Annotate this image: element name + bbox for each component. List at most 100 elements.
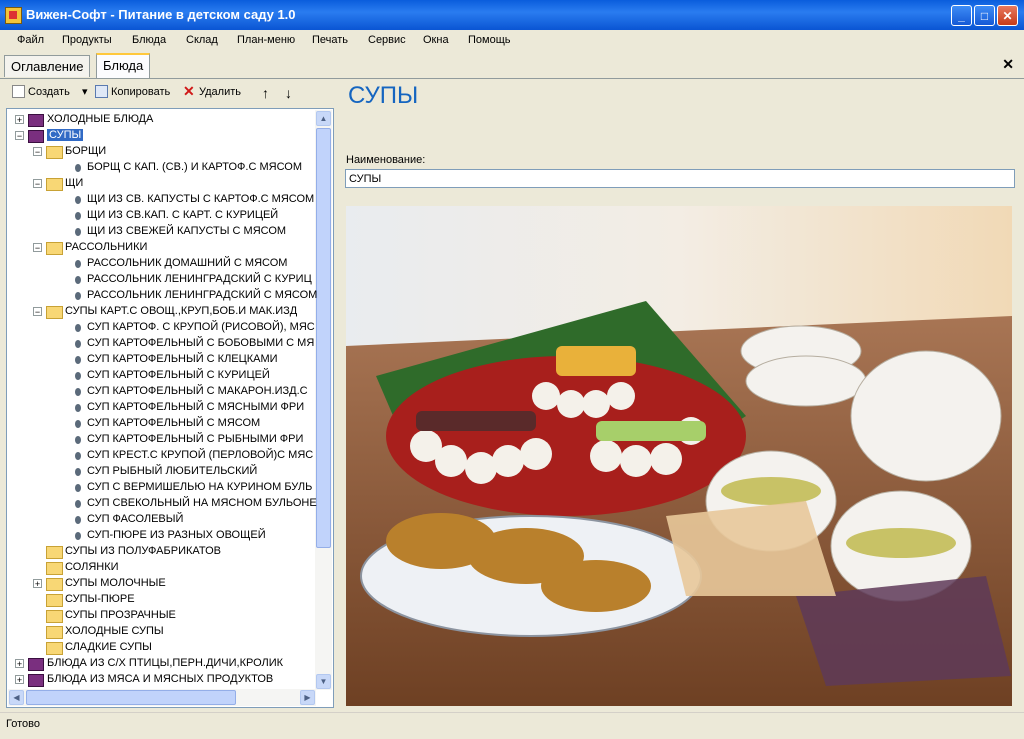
tree-expander-icon[interactable]: +	[33, 579, 42, 589]
maximize-button[interactable]: □	[974, 5, 995, 26]
menu-help[interactable]: Помощь	[468, 34, 511, 46]
tree-item[interactable]: СУП КАРТОФЕЛЬНЫЙ С РЫБНЫМИ ФРИ	[87, 431, 303, 447]
tree-item[interactable]: ЩИ ИЗ СВ. КАПУСТЫ С КАРТОФ.С МЯСОМ	[87, 191, 314, 207]
tree-item[interactable]: СУП ФАСОЛЕВЫЙ	[87, 511, 183, 527]
name-field[interactable]	[345, 169, 1015, 188]
tree-expander-icon[interactable]: −	[15, 131, 24, 141]
menu-file[interactable]: Файл	[17, 34, 44, 46]
leaf-icon	[75, 388, 81, 396]
page-title: СУПЫ	[348, 82, 419, 109]
tree-item[interactable]: РАССОЛЬНИК ЛЕНИНГРАДСКИЙ С КУРИЦ	[87, 271, 312, 287]
copy-icon	[95, 85, 108, 98]
tree-item-label: СУП КАРТОФЕЛЬНЫЙ С КУРИЦЕЙ	[87, 369, 270, 381]
menu-service[interactable]: Сервис	[368, 34, 406, 46]
move-up-icon[interactable]: ↑	[262, 85, 269, 101]
leaf-icon	[75, 212, 81, 220]
folder-icon	[46, 578, 63, 591]
tree-horizontal-scrollbar[interactable]: ◀ ▶	[8, 689, 316, 706]
leaf-icon	[75, 516, 81, 524]
folder-icon	[46, 610, 63, 623]
close-button[interactable]: ✕	[997, 5, 1018, 26]
tree-expander-icon[interactable]: −	[33, 179, 42, 189]
tree-item[interactable]: РАССОЛЬНИК ДОМАШНИЙ С МЯСОМ	[87, 255, 287, 271]
tree-item-label: БЛЮДА ИЗ С/Х ПТИЦЫ,ПЕРН.ДИЧИ,КРОЛИК	[47, 657, 284, 669]
tree-item[interactable]: ХОЛОДНЫЕ СУПЫ	[65, 623, 164, 639]
app-icon	[5, 7, 22, 24]
tree-item[interactable]: СЛАДКИЕ СУПЫ	[65, 639, 152, 655]
tree-item[interactable]: ЩИ ИЗ СВЕЖЕЙ КАПУСТЫ С МЯСОМ	[87, 223, 286, 239]
tree-item[interactable]: СУП КАРТОФЕЛЬНЫЙ С МАКАРОН.ИЗД.С	[87, 383, 308, 399]
leaf-icon	[75, 164, 81, 172]
tree-item[interactable]: СУПЫ ПРОЗРАЧНЫЕ	[65, 607, 176, 623]
tab-dishes[interactable]: Блюда	[96, 53, 151, 78]
tree-item[interactable]: СУП СВЕКОЛЬНЫЙ НА МЯСНОМ БУЛЬОНЕ	[87, 495, 317, 511]
tree-item[interactable]: СУПЫ	[47, 127, 84, 143]
tree-toolbar: Создать ▾ Копировать ✕ Удалить ↑ ↓	[6, 82, 334, 104]
tree-item-label: БОРЩИ	[65, 145, 107, 157]
tree-item[interactable]: ЩИ	[65, 175, 83, 191]
book-icon	[28, 114, 44, 127]
close-tab-icon[interactable]: ✕	[1002, 56, 1014, 73]
folder-icon	[46, 178, 63, 191]
tree-expander-icon[interactable]: +	[15, 675, 24, 685]
tree-item-label: СУП СВЕКОЛЬНЫЙ НА МЯСНОМ БУЛЬОНЕ	[87, 497, 317, 509]
move-down-icon[interactable]: ↓	[285, 85, 292, 101]
tree-item[interactable]: СУП КАРТОФЕЛЬНЫЙ С МЯСНЫМИ ФРИ	[87, 399, 304, 415]
tree-item[interactable]: БОРЩИ	[65, 143, 106, 159]
tree-item[interactable]: СУПЫ МОЛОЧНЫЕ	[65, 575, 166, 591]
tree-item[interactable]: СУП КАРТОФЕЛЬНЫЙ С КЛЕЦКАМИ	[87, 351, 278, 367]
tree-item[interactable]: СУП РЫБНЫЙ ЛЮБИТЕЛЬСКИЙ	[87, 463, 257, 479]
status-text: Готово	[6, 718, 40, 730]
tree-item[interactable]: СУПЫ-ПЮРЕ	[65, 591, 135, 607]
dishes-tree[interactable]: ▲ ▼ ◀ ▶ + ХОЛОДНЫЕ БЛЮДА − СУПЫ − БОРЩИ БОРЩ С…	[6, 108, 334, 708]
tree-expander-icon[interactable]: −	[33, 147, 42, 157]
horizontal-scroll-thumb[interactable]	[26, 690, 236, 705]
tree-item[interactable]: СОЛЯНКИ	[65, 559, 119, 575]
tree-item[interactable]: СУП КАРТОФ. С КРУПОЙ (РИСОВОЙ), МЯС	[87, 319, 315, 335]
tree-item[interactable]: СУПЫ ИЗ ПОЛУФАБРИКАТОВ	[65, 543, 221, 559]
tree-item[interactable]: СУП КАРТОФЕЛЬНЫЙ С БОБОВЫМИ С МЯ	[87, 335, 314, 351]
menu-products[interactable]: Продукты	[62, 34, 112, 46]
menu-dishes[interactable]: Блюда	[132, 34, 166, 46]
leaf-icon	[75, 484, 81, 492]
tree-item[interactable]: СУП КРЕСТ.С КРУПОЙ (ПЕРЛОВОЙ)С МЯС	[87, 447, 313, 463]
menu-warehouse[interactable]: Склад	[186, 34, 218, 46]
tree-item-label: СУП С ВЕРМИШЕЛЬЮ НА КУРИНОМ БУЛЬ	[87, 481, 313, 493]
create-dropdown-icon[interactable]: ▾	[82, 85, 88, 98]
tree-item[interactable]: ЩИ ИЗ СВ.КАП. С КАРТ. С КУРИЦЕЙ	[87, 207, 278, 223]
scroll-up-icon[interactable]: ▲	[316, 111, 331, 126]
tree-item[interactable]: СУП КАРТОФЕЛЬНЫЙ С МЯСОМ	[87, 415, 260, 431]
tree-item-label: РАССОЛЬНИК ДОМАШНИЙ С МЯСОМ	[87, 257, 288, 269]
menu-plan[interactable]: План-меню	[237, 34, 295, 46]
tree-item[interactable]: БЛЮДА ИЗ С/Х ПТИЦЫ,ПЕРН.ДИЧИ,КРОЛИК	[47, 655, 283, 671]
menu-print[interactable]: Печать	[312, 34, 348, 46]
tree-item[interactable]: СУП С ВЕРМИШЕЛЬЮ НА КУРИНОМ БУЛЬ	[87, 479, 312, 495]
tree-item[interactable]: ХОЛОДНЫЕ БЛЮДА	[47, 111, 153, 127]
tree-item[interactable]: БЛЮДА ИЗ МЯСА И МЯСНЫХ ПРОДУКТОВ	[47, 671, 273, 687]
leaf-icon	[75, 532, 81, 540]
minimize-button[interactable]: _	[951, 5, 972, 26]
tree-item[interactable]: РАССОЛЬНИКИ	[65, 239, 147, 255]
tree-expander-icon[interactable]: +	[15, 659, 24, 669]
open-book-icon	[28, 130, 44, 143]
create-button[interactable]: Создать	[12, 85, 70, 98]
copy-button[interactable]: Копировать	[95, 85, 170, 98]
scroll-thumb[interactable]	[316, 128, 331, 548]
tree-item[interactable]: СУП КАРТОФЕЛЬНЫЙ С КУРИЦЕЙ	[87, 367, 270, 383]
scroll-left-icon[interactable]: ◀	[9, 690, 24, 705]
tree-item[interactable]: СУПЫ КАРТ.С ОВОЩ.,КРУП,БОБ.И МАК.ИЗД	[65, 303, 297, 319]
tree-expander-icon[interactable]: −	[33, 243, 42, 253]
tree-expander-icon[interactable]: −	[33, 307, 42, 317]
tree-vertical-scrollbar[interactable]: ▲ ▼	[315, 110, 332, 690]
leaf-icon	[75, 468, 81, 476]
scroll-down-icon[interactable]: ▼	[316, 674, 331, 689]
folder-icon	[46, 562, 63, 575]
tab-contents[interactable]: Оглавление	[4, 55, 91, 77]
tree-item[interactable]: БОРЩ С КАП. (СВ.) И КАРТОФ.С МЯСОМ	[87, 159, 302, 175]
scroll-right-icon[interactable]: ▶	[300, 690, 315, 705]
tree-item[interactable]: СУП-ПЮРЕ ИЗ РАЗНЫХ ОВОЩЕЙ	[87, 527, 266, 543]
tree-expander-icon[interactable]: +	[15, 115, 24, 125]
delete-button[interactable]: ✕ Удалить	[183, 84, 241, 98]
tree-item[interactable]: РАССОЛЬНИК ЛЕНИНГРАДСКИЙ С МЯСОМ	[87, 287, 317, 303]
menu-windows[interactable]: Окна	[423, 34, 449, 46]
